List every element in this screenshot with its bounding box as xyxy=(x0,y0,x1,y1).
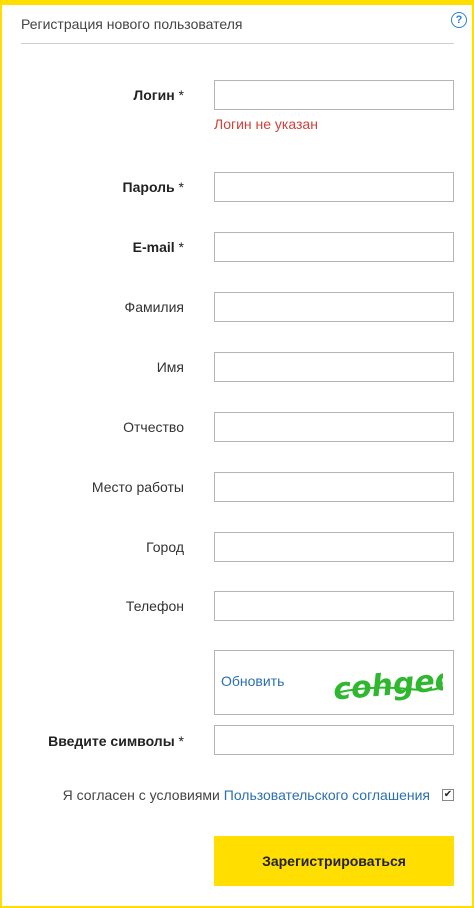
middle-name-field[interactable] xyxy=(214,412,454,442)
agreement-text: Я согласен с условиями Пользовательского… xyxy=(62,787,430,803)
accent-left-border xyxy=(0,5,2,908)
help-icon[interactable]: ? xyxy=(451,12,467,28)
captcha-input[interactable] xyxy=(214,725,454,755)
accent-top-border xyxy=(0,0,474,5)
email-field[interactable] xyxy=(214,232,454,262)
first-name-field[interactable] xyxy=(214,352,454,382)
workplace-label: Место работы xyxy=(91,479,184,495)
city-label: Город xyxy=(146,539,184,555)
register-button[interactable]: Зарегистрироваться xyxy=(214,836,454,886)
captcha-image: cohged xyxy=(332,663,443,705)
city-field[interactable] xyxy=(214,532,454,562)
captcha-label: Введите символы * xyxy=(48,733,184,749)
registration-panel: Регистрация нового пользователя ? Логин … xyxy=(0,0,474,908)
phone-label: Телефон xyxy=(125,598,184,614)
agreement-row: Я согласен с условиями Пользовательского… xyxy=(0,786,474,806)
password-field[interactable] xyxy=(214,172,454,202)
password-label: Пароль * xyxy=(122,179,184,195)
middle-name-label: Отчество xyxy=(123,419,184,435)
captcha-box: Обновить cohged xyxy=(214,650,454,715)
login-label: Логин * xyxy=(133,87,184,103)
last-name-field[interactable] xyxy=(214,292,454,322)
email-label: E-mail * xyxy=(132,239,184,255)
page-title: Регистрация нового пользователя xyxy=(21,16,243,32)
user-agreement-link[interactable]: Пользовательского соглашения xyxy=(224,787,430,803)
phone-field[interactable] xyxy=(214,591,454,621)
login-error-message: Логин не указан xyxy=(214,116,318,132)
captcha-image-text: cohged xyxy=(332,663,443,705)
header-divider xyxy=(21,43,454,44)
login-field[interactable] xyxy=(214,80,454,110)
agreement-checkbox[interactable]: ✔ xyxy=(442,789,454,801)
first-name-label: Имя xyxy=(156,359,184,375)
workplace-field[interactable] xyxy=(214,472,454,502)
captcha-refresh-link[interactable]: Обновить xyxy=(221,673,284,689)
last-name-label: Фамилия xyxy=(124,299,184,315)
